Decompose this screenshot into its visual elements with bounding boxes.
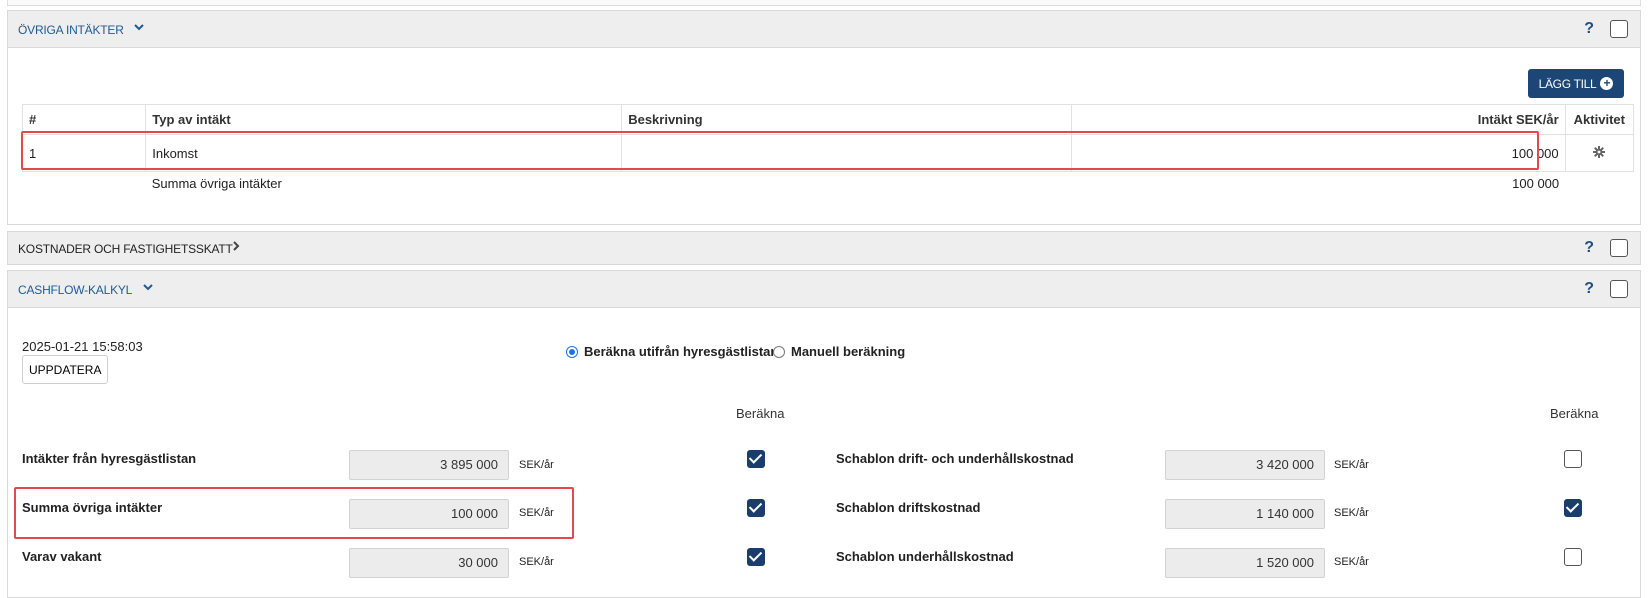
sum-row: Summa övriga intäkter 100 000 — [23, 172, 1634, 196]
calc-checkbox[interactable] — [1564, 548, 1582, 566]
section-checkbox[interactable] — [1610, 239, 1628, 257]
left-row-unit: SEK/år — [519, 459, 554, 471]
left-row-unit: SEK/år — [519, 507, 554, 519]
right-row-value: 3 420 000 — [1165, 450, 1325, 480]
right-row-value: 1 140 000 — [1165, 499, 1325, 529]
kostnader-header[interactable]: KOSTNADER OCH FASTIGHETSSKATT ? — [7, 231, 1641, 265]
right-row-unit: SEK/år — [1334, 556, 1369, 568]
chevron-right-icon[interactable] — [230, 240, 242, 255]
section-checkbox[interactable] — [1610, 280, 1628, 298]
right-row-value: 1 520 000 — [1165, 548, 1325, 578]
row-number: 1 — [21, 134, 147, 172]
sum-value: 100 000 — [1512, 176, 1560, 192]
section-checkbox[interactable] — [1610, 20, 1628, 38]
row-amount: 100 000 — [1070, 134, 1566, 172]
kostnader-title: KOSTNADER OCH FASTIGHETSSKATT — [18, 242, 233, 256]
previous-panel-edge — [7, 0, 1641, 6]
right-row-unit: SEK/år — [1334, 459, 1369, 471]
right-row-label: Schablon underhållskostnad — [836, 549, 1014, 564]
radio-button[interactable] — [773, 345, 785, 358]
left-row-unit: SEK/år — [519, 556, 554, 568]
chevron-down-icon[interactable] — [142, 281, 154, 296]
ovriga-intakter-title: ÖVRIGA INTÄKTER — [18, 23, 124, 37]
radio-manual-label: Manuell beräkning — [791, 344, 906, 359]
calc-checkbox[interactable] — [747, 548, 765, 566]
row-description — [621, 134, 1072, 172]
help-icon[interactable]: ? — [1584, 20, 1594, 38]
right-row-label: Schablon driftskostnad — [836, 500, 981, 515]
row-type: Inkomst — [145, 134, 623, 172]
calc-checkbox[interactable] — [1564, 499, 1582, 517]
left-row-value: 30 000 — [349, 548, 509, 578]
radio-auto-label: Beräkna utifrån hyresgästlistan — [584, 344, 779, 359]
calc-checkbox[interactable] — [747, 499, 765, 517]
left-row-value: 3 895 000 — [349, 450, 509, 480]
calc-column-header-right: Beräkna — [1550, 406, 1599, 421]
update-button[interactable]: UPPDATERA — [22, 355, 108, 384]
radio-manual[interactable]: Manuell beräkning — [773, 344, 905, 359]
help-icon[interactable]: ? — [1584, 280, 1594, 298]
table-row[interactable]: 1 Inkomst 100 000 — [21, 134, 1635, 172]
column-header: Typ av intäkt — [145, 104, 623, 135]
column-header: Aktivitet — [1564, 104, 1635, 135]
left-row-label: Intäkter från hyresgästlistan — [22, 451, 197, 466]
left-row-value: 100 000 — [349, 499, 509, 529]
sum-label: Summa övriga intäkter — [151, 176, 282, 192]
column-header: Beskrivning — [621, 104, 1072, 135]
right-row-unit: SEK/år — [1334, 507, 1369, 519]
ovriga-intakter-header[interactable]: ÖVRIGA INTÄKTER ? — [7, 10, 1641, 48]
column-header: Intäkt SEK/år — [1070, 104, 1566, 135]
radio-button-selected[interactable] — [566, 345, 578, 358]
help-icon[interactable]: ? — [1584, 239, 1594, 257]
radio-auto[interactable]: Beräkna utifrån hyresgästlistan — [566, 344, 778, 359]
table-header-row: # Typ av intäkt Beskrivning Intäkt SEK/å… — [21, 104, 1635, 135]
plus-icon: + — [1600, 77, 1614, 90]
right-row-label: Schablon drift- och underhållskostnad — [836, 451, 1074, 466]
add-button[interactable]: LÄGG TILL + — [1528, 69, 1624, 98]
row-activity — [1564, 134, 1635, 172]
revenue-table: # Typ av intäkt Beskrivning Intäkt SEK/å… — [21, 104, 1635, 196]
cashflow-header[interactable]: CASHFLOW-KALKYL ? — [7, 270, 1641, 308]
chevron-down-icon[interactable] — [133, 21, 145, 36]
left-row-label: Varav vakant — [22, 549, 102, 564]
gear-icon[interactable] — [1593, 145, 1606, 161]
cashflow-title: CASHFLOW-KALKYL — [18, 283, 133, 297]
left-row-label: Summa övriga intäkter — [22, 500, 163, 515]
calc-column-header-left: Beräkna — [736, 406, 785, 421]
column-header: # — [21, 104, 147, 135]
calc-checkbox[interactable] — [747, 450, 765, 468]
last-updated-timestamp: 2025-01-21 15:58:03 — [22, 339, 143, 354]
calc-checkbox[interactable] — [1564, 450, 1582, 468]
add-button-label: LÄGG TILL — [1538, 76, 1597, 91]
